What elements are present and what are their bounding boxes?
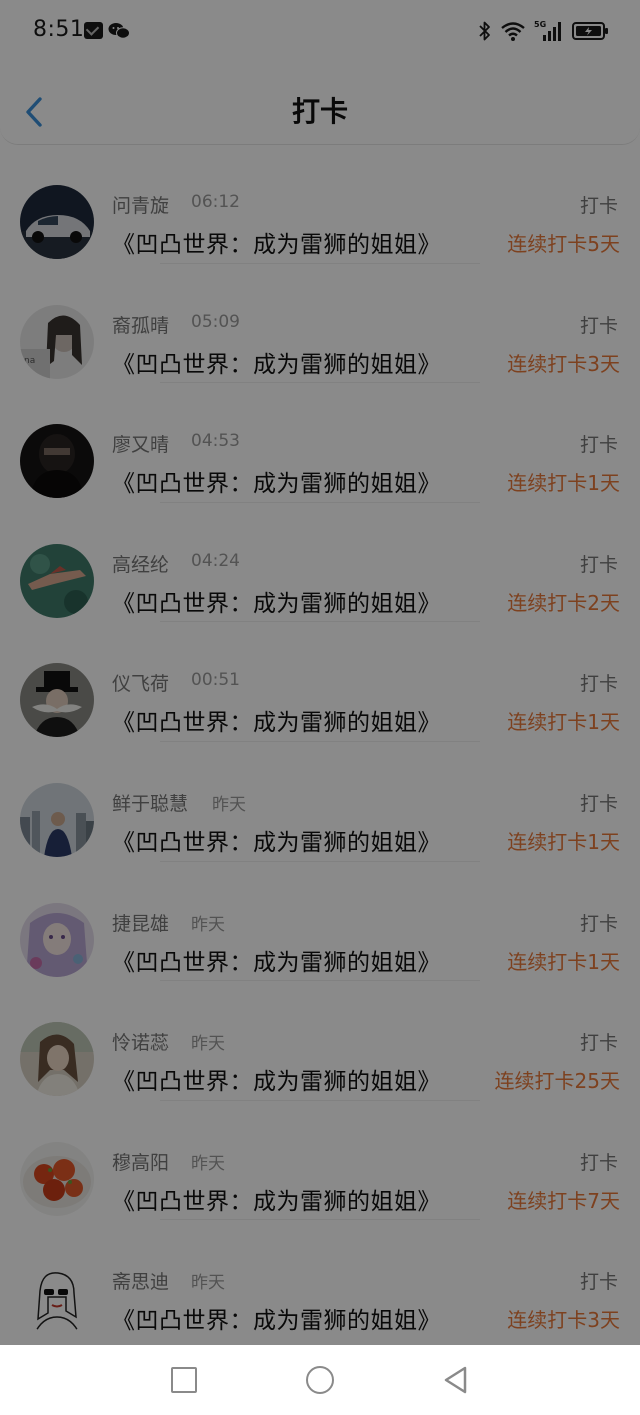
- checkin-time: 昨天: [212, 794, 246, 815]
- list-item[interactable]: 廖又晴 04:53 《凹凸世界：成为雷狮的姐姐》 打卡 连续打卡1天: [0, 383, 640, 503]
- checkin-action-label: 打卡: [579, 195, 618, 217]
- checkin-action-label: 打卡: [579, 1032, 618, 1055]
- streak-label: 连续打卡1天: [507, 471, 620, 496]
- checkin-action-label: 打卡: [579, 912, 618, 935]
- car-avatar[interactable]: [20, 185, 94, 259]
- checkin-action-label: 打卡: [579, 673, 618, 696]
- svg-text:na: na: [24, 356, 35, 366]
- list-item[interactable]: 捷昆雄 昨天 《凹凸世界：成为雷狮的姐姐》 打卡 连续打卡1天: [0, 862, 640, 982]
- page-title: 打卡: [291, 95, 348, 128]
- sketch-avatar[interactable]: [20, 1261, 94, 1336]
- user-name: 廖又晴: [112, 434, 170, 457]
- checkin-action-label: 打卡: [579, 553, 618, 576]
- portrait-avatar[interactable]: [20, 1022, 94, 1097]
- underwater-avatar[interactable]: [20, 543, 94, 618]
- streak-label: 连续打卡1天: [507, 710, 620, 735]
- book-title[interactable]: 《凹凸世界：成为雷狮的姐姐》: [112, 943, 441, 977]
- girl-avatar[interactable]: na: [20, 304, 94, 379]
- list-item[interactable]: 高经纶 04:24 《凹凸世界：成为雷狮的姐姐》 打卡 连续打卡2天: [0, 503, 640, 623]
- streak-label: 连续打卡1天: [507, 949, 620, 974]
- user-name: 穆高阳: [112, 1151, 170, 1174]
- book-title[interactable]: 《凹凸世界：成为雷狮的姐姐》: [112, 1301, 441, 1335]
- book-title[interactable]: 《凹凸世界：成为雷狮的姐姐》: [112, 823, 441, 857]
- checkin-action-label: 打卡: [579, 1151, 618, 1174]
- wechat-icon: [108, 23, 130, 39]
- list-item[interactable]: 鲜于聪慧 昨天 《凹凸世界：成为雷狮的姐姐》 打卡 连续打卡1天: [0, 742, 640, 862]
- checkin-time: 昨天: [191, 1034, 225, 1055]
- list-item[interactable]: 斋思迪 昨天 《凹凸世界：成为雷狮的姐姐》 打卡 连续打卡3天: [0, 1220, 640, 1340]
- mail-icon: [84, 22, 103, 39]
- streak-label: 连续打卡3天: [507, 1308, 620, 1333]
- battery-icon: [572, 22, 608, 40]
- status-bar: 8:51 5G: [0, 0, 640, 64]
- user-name: 裔孤晴: [112, 314, 170, 337]
- app-screen: 8:51 5G 打卡 问青旋 06:12 《凹凸世界：成为雷狮的姐姐》 打卡 连…: [0, 0, 640, 1345]
- dark-figure-avatar[interactable]: [20, 424, 94, 499]
- checkin-time: 昨天: [191, 914, 225, 935]
- user-name: 高经纶: [112, 553, 170, 576]
- navigation-bar: [0, 1345, 640, 1415]
- checkin-action-label: 打卡: [579, 1271, 618, 1294]
- page-header: 打卡: [0, 64, 640, 145]
- food-avatar[interactable]: [20, 1141, 94, 1216]
- checkin-time: 06:12: [191, 192, 240, 212]
- back-triangle-icon[interactable]: [442, 1365, 470, 1395]
- streak-label: 连续打卡3天: [507, 351, 620, 376]
- checkin-time: 04:24: [191, 550, 240, 571]
- user-name: 问青旋: [112, 195, 170, 217]
- system-icons: 5G: [478, 18, 610, 44]
- book-title[interactable]: 《凹凸世界：成为雷狮的姐姐》: [112, 1182, 441, 1216]
- network-label: 5G: [534, 20, 546, 29]
- book-title[interactable]: 《凹凸世界：成为雷狮的姐姐》: [112, 345, 441, 379]
- streak-label: 连续打卡1天: [507, 829, 620, 854]
- list-item[interactable]: 穆高阳 昨天 《凹凸世界：成为雷狮的姐姐》 打卡 连续打卡7天: [0, 1101, 640, 1221]
- streak-label: 连续打卡25天: [494, 1069, 620, 1094]
- streak-label: 连续打卡5天: [507, 232, 620, 256]
- list-item[interactable]: 怜诺蕊 昨天 《凹凸世界：成为雷狮的姐姐》 打卡 连续打卡25天: [0, 981, 640, 1101]
- checkin-time: 04:53: [191, 431, 240, 452]
- bluetooth-icon: [479, 21, 490, 41]
- city-avatar[interactable]: [20, 782, 94, 857]
- book-title[interactable]: 《凹凸世界：成为雷狮的姐姐》: [112, 464, 441, 498]
- list-item[interactable]: na 裔孤晴 05:09 《凹凸世界：成为雷狮的姐姐》 打卡 连续打卡3天: [0, 264, 640, 384]
- user-name: 鲜于聪慧: [112, 792, 189, 815]
- list-item[interactable]: 问青旋 06:12 《凹凸世界：成为雷狮的姐姐》 打卡 连续打卡5天: [0, 144, 640, 264]
- user-name: 斋思迪: [112, 1271, 170, 1294]
- checkin-time: 昨天: [191, 1153, 225, 1174]
- checkin-time: 05:09: [191, 311, 240, 332]
- user-name: 怜诺蕊: [112, 1032, 170, 1055]
- book-title[interactable]: 《凹凸世界：成为雷狮的姐姐》: [112, 1062, 441, 1096]
- anime-avatar[interactable]: [20, 902, 94, 977]
- 5g-signal-icon: 5G: [534, 20, 561, 41]
- checkin-action-label: 打卡: [579, 792, 618, 815]
- home-circle-icon[interactable]: [306, 1366, 334, 1394]
- checkin-time: 昨天: [191, 1273, 225, 1294]
- book-title[interactable]: 《凹凸世界：成为雷狮的姐姐》: [112, 225, 441, 259]
- streak-label: 连续打卡2天: [507, 590, 620, 615]
- top-hat-avatar[interactable]: [20, 663, 94, 738]
- recent-apps-square-icon[interactable]: [171, 1367, 197, 1393]
- streak-label: 连续打卡7天: [507, 1188, 620, 1213]
- checkin-list: 问青旋 06:12 《凹凸世界：成为雷狮的姐姐》 打卡 连续打卡5天 na 裔孤…: [0, 144, 640, 1340]
- user-name: 仪飞荷: [112, 673, 170, 696]
- book-title[interactable]: 《凹凸世界：成为雷狮的姐姐》: [112, 584, 441, 618]
- wifi-icon: [501, 22, 525, 41]
- book-title[interactable]: 《凹凸世界：成为雷狮的姐姐》: [112, 703, 441, 737]
- checkin-action-label: 打卡: [579, 434, 618, 457]
- checkin-time: 00:51: [191, 670, 240, 691]
- checkin-action-label: 打卡: [579, 314, 618, 337]
- user-name: 捷昆雄: [112, 912, 170, 935]
- status-time: 8:51: [33, 17, 85, 42]
- list-item[interactable]: 仪飞荷 00:51 《凹凸世界：成为雷狮的姐姐》 打卡 连续打卡1天: [0, 622, 640, 742]
